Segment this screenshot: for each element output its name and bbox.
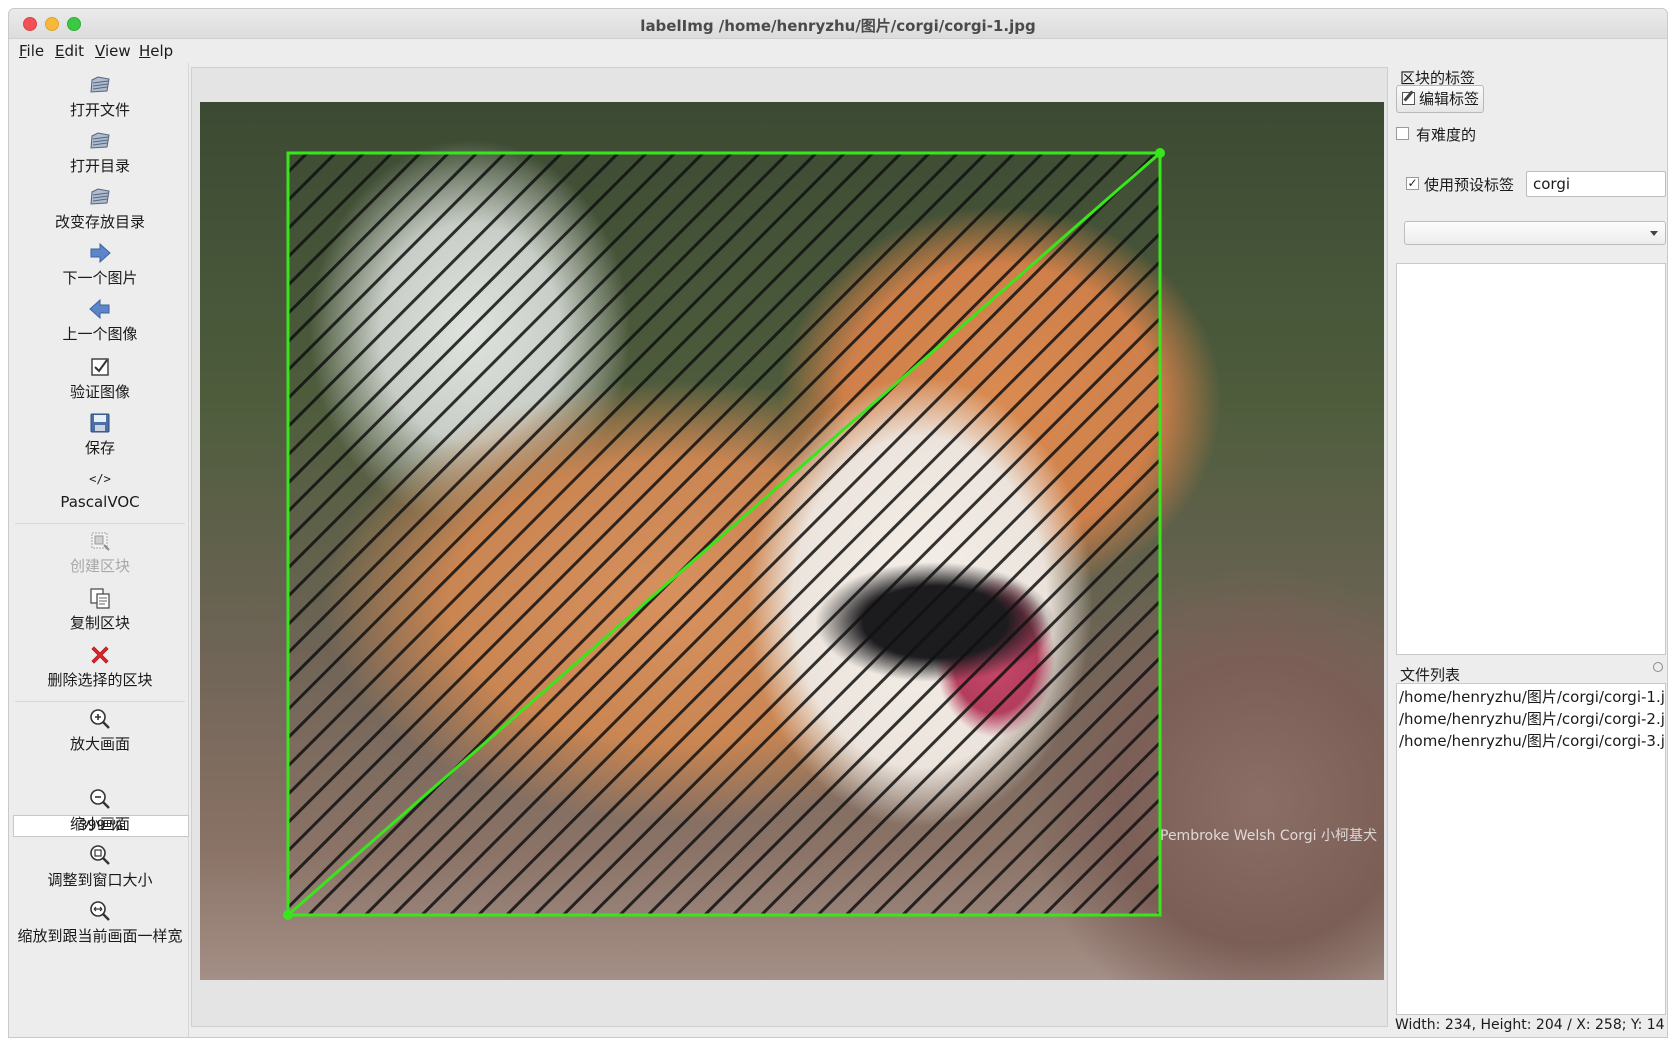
copy-icon [90,588,110,609]
file-list-item[interactable]: /home/henryzhu/图片/corgi/corgi-1.jpg [1397,684,1665,706]
delete-box-button[interactable]: 删除选择的区块 [11,643,189,690]
left-toolbar: 打开文件 打开目录 改变存放目录 下一个图片 上一个图像 验证图像 保存 </>… [11,63,189,1037]
title-bar: labelImg /home/henryzhu/图片/corgi/corgi-1… [9,9,1667,39]
checkbox-icon [91,358,109,376]
code-icon: </> [89,472,111,486]
menu-bar: File Edit View Help [9,39,1667,63]
open-dir-button[interactable]: 打开目录 [11,129,189,176]
box-corner-handle[interactable] [283,910,293,920]
save-button[interactable]: 保存 [11,411,189,458]
open-folder-icon [90,132,110,149]
edit-pencil-icon [1402,92,1415,105]
use-default-label-checkbox[interactable]: ✓ [1406,177,1419,190]
label-list[interactable] [1396,263,1666,655]
fit-window-button[interactable]: 调整到窗口大小 [11,843,189,890]
toolbar-separator [15,701,185,702]
menu-view[interactable]: View [95,42,131,60]
delete-x-icon [91,646,109,664]
label-combo-box[interactable] [1404,221,1666,245]
arrow-right-icon [90,242,111,264]
verify-image-button[interactable]: 验证图像 [11,355,189,402]
menu-help[interactable]: Help [139,42,173,60]
right-dock-panel: 区块的标签 编辑标签 有难度的 ✓ 使用预设标签 corgi 文件列表 /hom… [1392,63,1667,1037]
menu-file[interactable]: File [19,42,44,60]
chevron-down-icon [1650,231,1658,236]
create-box-button[interactable]: 创建区块 [11,529,189,576]
duplicate-box-button[interactable]: 复制区块 [11,586,189,633]
app-window: labelImg /home/henryzhu/图片/corgi/corgi-1… [8,8,1668,1038]
prev-image-button[interactable]: 上一个图像 [11,297,189,344]
image-canvas[interactable]: Pembroke Welsh Corgi 小柯基犬 [191,67,1388,1027]
difficult-checkbox[interactable] [1396,127,1409,140]
file-list-title: 文件列表 [1400,666,1461,684]
save-dir-icon [90,188,110,205]
change-save-dir-button[interactable]: 改变存放目录 [11,185,189,232]
edit-label-button[interactable]: 编辑标签 [1396,85,1484,113]
zoom-in-button[interactable]: 放大画面 [11,707,189,754]
bounding-box-overlay[interactable] [192,68,1388,1027]
zoom-out-button[interactable]: 缩小画面 [11,787,189,834]
status-bar: Width: 234, Height: 204 / X: 258; Y: 14 [1395,1017,1665,1033]
next-image-button[interactable]: 下一个图片 [11,241,189,288]
zoom-out-icon [90,789,110,809]
open-file-button[interactable]: 打开文件 [11,73,189,120]
zoom-in-icon [90,709,110,729]
window-title: labelImg /home/henryzhu/图片/corgi/corgi-1… [640,17,1036,35]
dock-float-icon[interactable] [1653,662,1663,672]
default-label-input[interactable]: corgi [1526,171,1666,197]
menu-edit[interactable]: Edit [55,42,84,60]
file-list-item[interactable]: /home/henryzhu/图片/corgi/corgi-3.jpg [1397,728,1665,750]
toolbar-separator [15,523,185,524]
fit-width-button[interactable]: 缩放到跟当前画面一样宽 [11,899,189,946]
format-toggle-button[interactable]: </> PascalVOC [11,467,189,511]
file-list-item[interactable]: /home/henryzhu/图片/corgi/corgi-2.jpg [1397,706,1665,728]
fit-width-icon [90,901,110,921]
fit-window-icon [90,845,110,865]
file-list[interactable]: /home/henryzhu/图片/corgi/corgi-1.jpg /hom… [1396,683,1666,1015]
open-file-icon [90,76,110,93]
box-corner-handle[interactable] [1155,148,1165,158]
arrow-left-icon [89,298,110,320]
floppy-icon [90,413,110,433]
create-box-icon [91,532,110,551]
